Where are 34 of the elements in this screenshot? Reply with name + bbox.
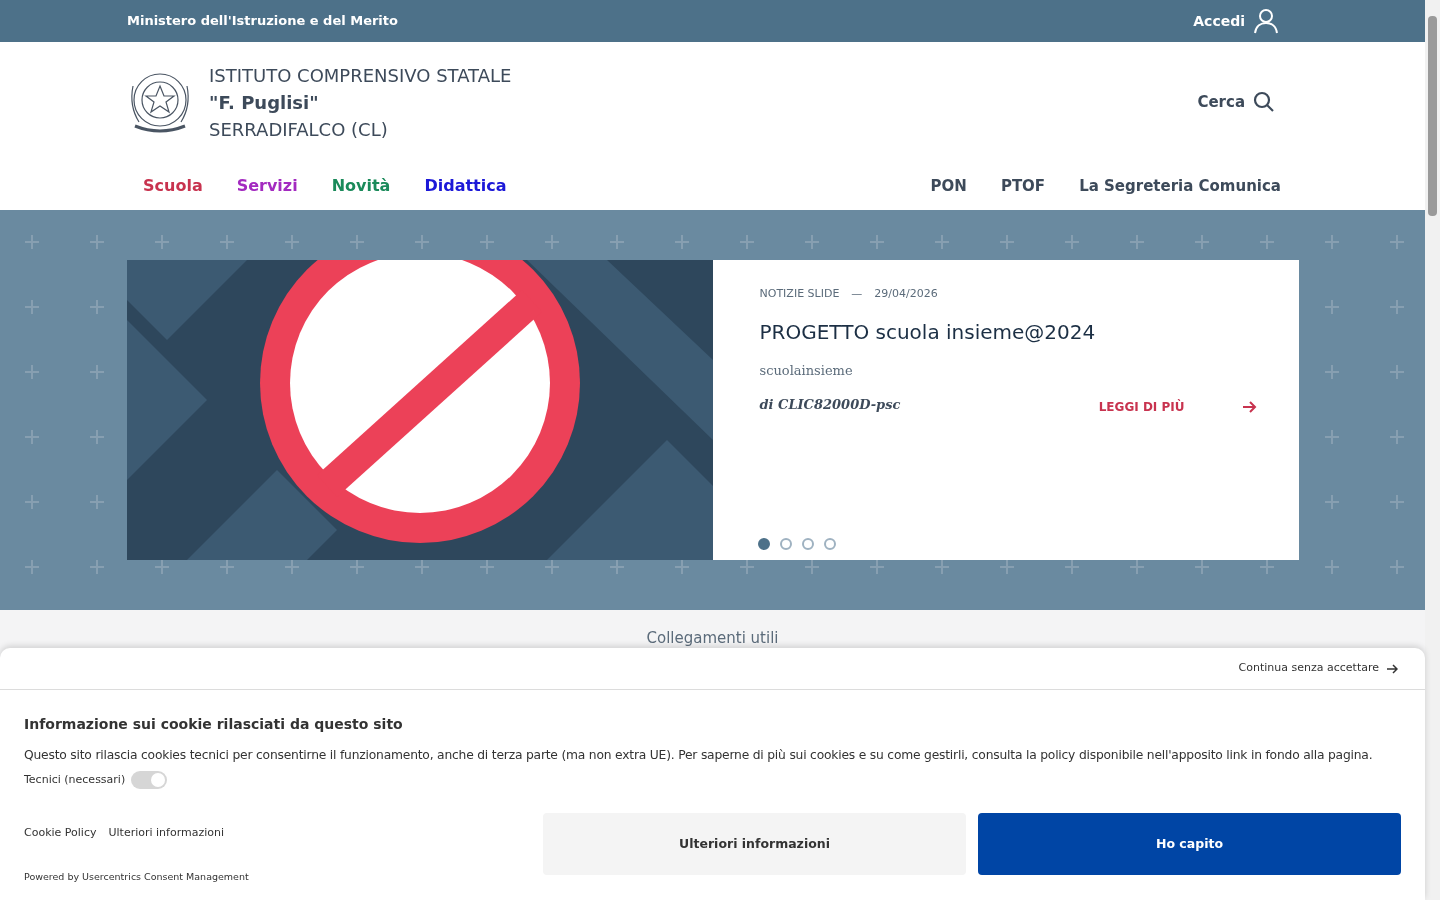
ministry-link[interactable]: Ministero dell'Istruzione e del Merito xyxy=(127,11,398,31)
accept-button[interactable]: Ho capito xyxy=(978,813,1401,876)
continue-link[interactable]: Continua senza accettare xyxy=(1238,660,1398,677)
footer-link[interactable]: Cookie Policy xyxy=(24,825,97,842)
toggle-label: Tecnici (necessari) xyxy=(24,772,126,789)
nav-link[interactable]: PTOF xyxy=(1000,174,1046,198)
slide-author: di CLIC82000D-psc xyxy=(759,396,901,415)
slide-date: 29/04/2026 xyxy=(874,286,938,302)
arrow-right-icon xyxy=(1242,401,1257,413)
separator-dash: — xyxy=(851,286,863,302)
category-label: NOTIZIE SLIDE xyxy=(759,286,840,302)
school-location: SERRADIFALCO (CL) xyxy=(209,117,389,142)
search-button[interactable]: Cerca xyxy=(1197,90,1275,114)
login-button[interactable]: Accedi xyxy=(1193,8,1279,34)
arrow-right-icon xyxy=(1387,663,1398,674)
powered-by-text: Powered by Usercentrics Consent Management xyxy=(24,869,250,884)
read-more-link[interactable]: LEGGI DI PIÙ xyxy=(1098,398,1257,416)
nav-link[interactable]: Servizi xyxy=(236,174,298,198)
nav-link[interactable]: Novità xyxy=(331,174,391,198)
school-title: ISTITUTO COMPRENSIVO STATALE xyxy=(209,63,512,88)
school-name: "F. Puglisi" xyxy=(209,90,320,115)
nav-link[interactable]: PON xyxy=(930,174,967,198)
user-icon xyxy=(1253,8,1279,34)
slide-summary: scuolainsieme xyxy=(759,361,854,380)
nav-link[interactable]: La Segreteria Comunica xyxy=(1079,174,1281,198)
search-icon xyxy=(1253,91,1275,113)
nav-link[interactable]: Scuola xyxy=(143,174,203,198)
slide-title[interactable]: PROGETTO scuola insieme@2024 xyxy=(759,316,1259,347)
footer-link[interactable]: Ulteriori informazioni xyxy=(108,825,225,842)
cookie-text: Questo sito rilascia cookies tecnici per consentirne il funzionamento, anche di terza parte (ma non extra UE). Per saperne di più sui cookies e su come gestirli, consulta la policy disponibile nell'apposito link in fondo alla pagina. xyxy=(24,747,1374,764)
nav-link[interactable]: Didattica xyxy=(424,174,507,198)
more-info-button[interactable]: Ulteriori informazioni xyxy=(543,813,966,876)
cookie-heading: Informazione sui cookie rilasciati da questo sito xyxy=(24,715,404,734)
section-title: Collegamenti utili xyxy=(646,628,779,649)
